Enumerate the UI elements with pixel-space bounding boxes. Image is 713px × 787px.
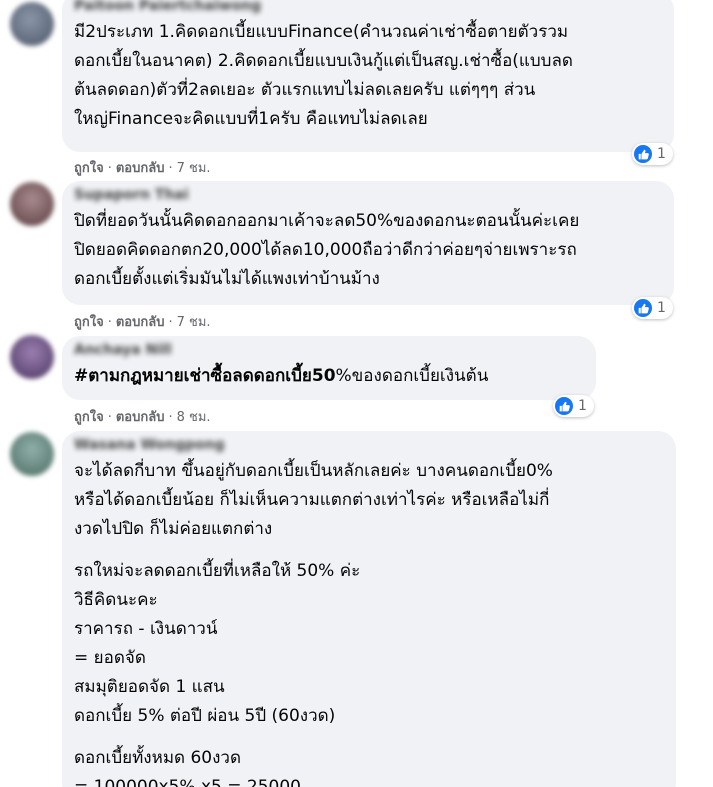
comment-text-line: = 100000x5% x5 = 25000: [74, 777, 301, 787]
like-thumbs-up-icon: [634, 299, 652, 317]
like-thumbs-up-icon: [634, 145, 652, 163]
comment-thread: Paitoon Paiertchaiwong มี2ประเภท 1.คิดดอ…: [0, 0, 713, 787]
comment-time[interactable]: 8 ชม.: [177, 410, 211, 425]
comment-text-line: #ตามกฎหมายเช่าซื้อลดดอกเบี้ย50%ของดอกเบี…: [74, 362, 584, 391]
comment-text-line: ปิดยอดคิดดอกตก20,000ได้ลด10,000ถือว่าดีก…: [74, 240, 577, 260]
comment-bubble: Paitoon Paiertchaiwong มี2ประเภท 1.คิดดอ…: [62, 0, 674, 152]
comment-text-line: ดอกเบี้ยในอนาคต) 2.คิดดอกเบี้ยแบบเงินกู้…: [74, 51, 573, 71]
reaction-count-badge[interactable]: 1: [632, 297, 673, 319]
reaction-count: 1: [657, 146, 666, 162]
avatar[interactable]: [10, 2, 54, 46]
comment-time[interactable]: 7 ชม.: [177, 161, 211, 176]
hashtag-link[interactable]: #ตามกฎหมายเช่าซื้อลดดอกเบี้ย50: [74, 366, 336, 386]
avatar[interactable]: [10, 182, 54, 226]
comment-actions: ถูกใจ · ตอบกลับ · 7 ชม.: [74, 161, 211, 176]
comment-actions: ถูกใจ · ตอบกลับ · 7 ชม.: [74, 315, 211, 330]
comment-text-line: สมมุติยอดจัด 1 แสน: [74, 677, 225, 697]
comment-time[interactable]: 7 ชม.: [177, 315, 211, 330]
like-link[interactable]: ถูกใจ: [74, 161, 104, 176]
comment-bubble: Wasana Wongpong จะได้ลดกี่บาท ขึ้นอยู่กั…: [62, 431, 676, 787]
reply-link[interactable]: ตอบกลับ: [116, 315, 165, 330]
comment-text-line: ต้นลดดอก)ตัวที่2ลดเยอะ ตัวแรกแทบไม่ลดเลย…: [74, 80, 536, 100]
reply-link[interactable]: ตอบกลับ: [116, 161, 165, 176]
comment-text-line: = ยอดจัด: [74, 648, 146, 668]
comment-text-line: รถใหม่จะลดดอกเบี้ยที่เหลือให้ 50% ค่ะ: [74, 561, 361, 581]
comment-text-line: ราคารถ - เงินดาวน์: [74, 619, 218, 639]
comment-author[interactable]: Supaporn Thai: [74, 187, 662, 207]
comment-text-line: ดอกเบี้ยตั้งแต่เริ่มมันไม่ได้แพงเท่าบ้าน…: [74, 269, 380, 289]
comment-text-line: มี2ประเภท 1.คิดดอกเบี้ยแบบFinance(คำนวณค…: [74, 22, 569, 42]
like-link[interactable]: ถูกใจ: [74, 410, 104, 425]
comment-bubble: Anchaya Nill #ตามกฎหมายเช่าซื้อลดดอกเบี้…: [62, 336, 596, 400]
comment-text-line: งวดไปปิด ก็ไม่ค่อยแตกต่าง: [74, 519, 273, 539]
avatar[interactable]: [10, 335, 54, 379]
comment-text-line: ปิดที่ยอดวันนั้นคิดดอกออกมาเค้าจะลด50%ขอ…: [74, 211, 580, 231]
comment-bubble: Supaporn Thai ปิดที่ยอดวันนั้นคิดดอกออกม…: [62, 181, 674, 305]
comment-text-line: ดอกเบี้ยทั้งหมด 60งวด: [74, 748, 241, 768]
comment-actions: ถูกใจ · ตอบกลับ · 8 ชม.: [74, 410, 211, 425]
reaction-count: 1: [578, 398, 587, 414]
like-thumbs-up-icon: [555, 397, 573, 415]
comment-text-line: ดอกเบี้ย 5% ต่อปี ผ่อน 5ปี (60งวด): [74, 706, 336, 726]
reply-link[interactable]: ตอบกลับ: [116, 410, 165, 425]
reaction-count: 1: [657, 300, 666, 316]
comment-text: %ของดอกเบี้ยเงินต้น: [335, 366, 489, 386]
reaction-count-badge[interactable]: 1: [632, 143, 673, 165]
comment-author[interactable]: Wasana Wongpong: [74, 437, 664, 457]
comment-text-line: วิธีคิดนะคะ: [74, 590, 158, 610]
comment-text-line: จะได้ลดกี่บาท ขึ้นอยู่กับดอกเบี้ยเป็นหลั…: [74, 461, 553, 481]
comment-author[interactable]: Paitoon Paiertchaiwong: [74, 0, 662, 18]
avatar[interactable]: [10, 432, 54, 476]
reaction-count-badge[interactable]: 1: [553, 395, 594, 417]
like-link[interactable]: ถูกใจ: [74, 315, 104, 330]
comment-author[interactable]: Anchaya Nill: [74, 342, 584, 362]
comment-text-line: หรือได้ดอกเบี้ยน้อย ก็ไม่เห็นความแตกต่าง…: [74, 490, 550, 510]
comment-text-line: ใหญ่Financeจะคิดแบบที่1ครับ คือแทบไม่ลดเ…: [74, 109, 428, 129]
